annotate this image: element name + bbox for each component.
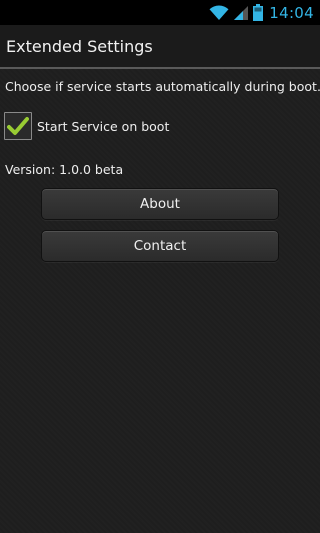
checkmark-icon: [7, 117, 29, 135]
signal-icon: [233, 5, 249, 21]
start-on-boot-label[interactable]: Start Service on boot: [37, 119, 169, 134]
title-bar: Extended Settings: [0, 25, 320, 69]
version-text: Version: 1.0.0 beta: [5, 162, 124, 177]
page-title: Extended Settings: [6, 36, 153, 56]
contact-button[interactable]: Contact: [41, 230, 279, 262]
status-bar: 14:04: [0, 0, 320, 25]
battery-icon: [253, 4, 264, 21]
about-button[interactable]: About: [41, 188, 279, 220]
start-on-boot-row[interactable]: Start Service on boot: [4, 112, 169, 140]
screen: 14:04 Extended Settings Choose if servic…: [0, 0, 320, 533]
wifi-icon: [209, 4, 229, 21]
status-time: 14:04: [269, 3, 314, 22]
description-text: Choose if service starts automatically d…: [5, 79, 320, 94]
start-on-boot-checkbox[interactable]: [4, 112, 32, 140]
